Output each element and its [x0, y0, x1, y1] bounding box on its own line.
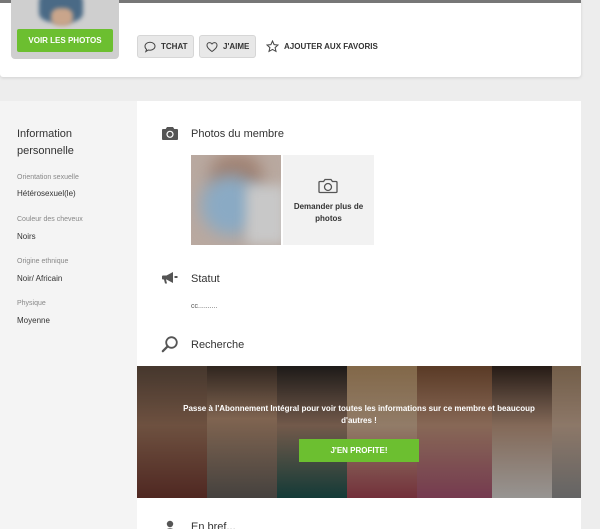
- field-value-physique: Moyenne: [17, 316, 50, 325]
- favorite-button-label: AJOUTER AUX FAVORIS: [284, 42, 378, 51]
- chat-button[interactable]: TCHAT: [137, 35, 194, 58]
- statut-section-title: Statut: [191, 273, 220, 285]
- camera-icon: [162, 127, 178, 140]
- recherche-section-title: Recherche: [191, 339, 245, 351]
- upgrade-cta-button[interactable]: J'EN PROFITE!: [299, 439, 419, 462]
- statut-value: cc..........: [191, 303, 218, 310]
- megaphone-icon: [162, 272, 178, 284]
- request-more-photos-label: Demander plus de photos: [293, 202, 364, 223]
- upgrade-message: Passe à l'Abonnement Intégral pour voir …: [183, 404, 535, 425]
- profile-header-card: VOIR LES PHOTOS TCHAT J'AIME AJOUTER AUX…: [0, 0, 581, 77]
- photo-blur: [246, 185, 281, 245]
- banner-overlay: [137, 366, 581, 498]
- field-label-orientation: Orientation sexuelle: [17, 174, 79, 181]
- field-label-ethnicity: Origine ethnique: [17, 258, 69, 265]
- next-section-title: En bref...: [191, 521, 236, 529]
- like-button[interactable]: J'AIME: [199, 35, 256, 58]
- search-icon: [161, 336, 178, 353]
- chat-button-label: TCHAT: [161, 42, 188, 51]
- photo-blur: [51, 8, 73, 26]
- star-icon: [266, 40, 279, 53]
- add-favorite-button[interactable]: AJOUTER AUX FAVORIS: [266, 35, 378, 58]
- chat-bubble-icon: [144, 41, 156, 53]
- photos-section-title: Photos du membre: [191, 128, 284, 140]
- field-label-hair-color: Couleur des cheveux: [17, 216, 83, 223]
- heart-icon: [206, 41, 218, 52]
- view-photos-button[interactable]: VOIR LES PHOTOS: [17, 29, 113, 52]
- person-pin-icon: [166, 520, 174, 529]
- sidebar-title: Information personnelle: [17, 128, 74, 157]
- field-value-orientation: Hétérosexuel(le): [17, 189, 76, 198]
- field-value-hair-color: Noirs: [17, 232, 36, 241]
- member-photo-thumbnail[interactable]: [191, 155, 281, 245]
- like-button-label: J'AIME: [223, 42, 250, 51]
- request-more-photos-button[interactable]: Demander plus de photos: [283, 155, 374, 245]
- personal-info-sidebar: Information personnelle Orientation sexu…: [0, 101, 137, 529]
- profile-details-card: Information personnelle Orientation sexu…: [0, 101, 581, 529]
- upgrade-banner: Passe à l'Abonnement Intégral pour voir …: [137, 366, 581, 498]
- field-label-physique: Physique: [17, 300, 46, 307]
- field-value-ethnicity: Noir/ Africain: [17, 274, 63, 283]
- camera-outline-icon: [318, 178, 338, 194]
